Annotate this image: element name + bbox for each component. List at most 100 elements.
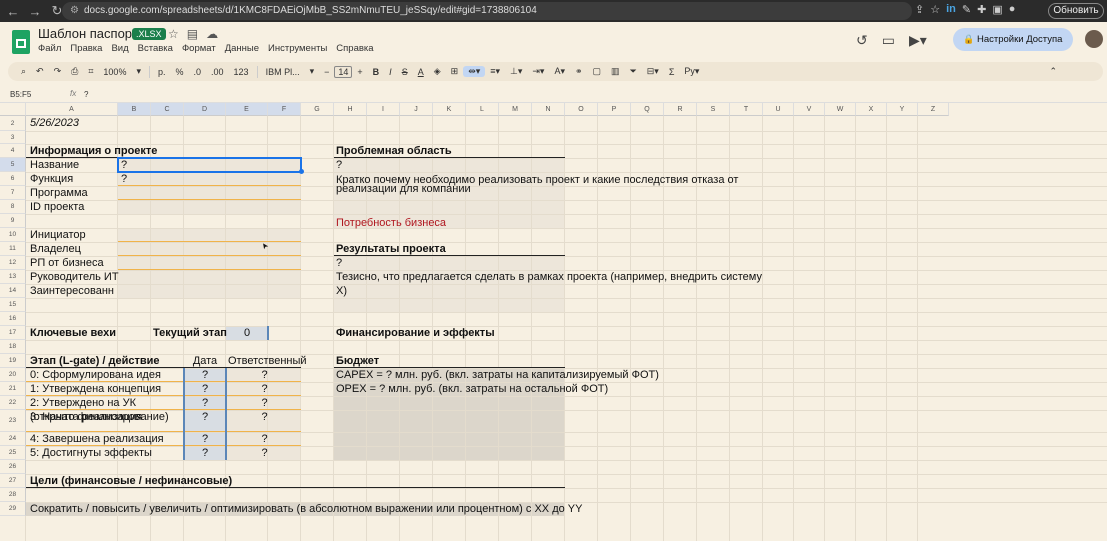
selection-fill-handle[interactable] — [299, 169, 304, 174]
row-header[interactable]: 10 — [0, 228, 26, 242]
back-icon[interactable]: ← — [4, 4, 22, 19]
text-wrap-icon[interactable]: ⇥▾ — [527, 66, 549, 77]
star-icon[interactable]: ☆ — [168, 27, 179, 41]
row-header[interactable]: 24 — [0, 432, 26, 446]
text-rotate-icon[interactable]: A▾ — [549, 66, 570, 77]
selection-range[interactable] — [117, 157, 302, 173]
comments-icon[interactable]: ▭ — [882, 32, 895, 49]
update-button[interactable]: Обновить — [1048, 3, 1104, 19]
row-header[interactable]: 12 — [0, 256, 26, 270]
column-header[interactable]: K — [433, 103, 466, 116]
paint-format-icon[interactable]: ⌗ — [83, 66, 98, 77]
column-header[interactable]: F — [268, 103, 301, 116]
row-header[interactable]: 11 — [0, 242, 26, 256]
menu-help[interactable]: Справка — [336, 43, 373, 54]
filter-views-icon[interactable]: ⊟▾ — [642, 66, 664, 77]
column-header[interactable]: Y — [887, 103, 918, 116]
column-header[interactable]: J — [400, 103, 433, 116]
collapse-toolbar-icon[interactable]: ⌃ — [1044, 66, 1062, 77]
font-size-increase-icon[interactable]: + — [352, 67, 367, 77]
column-header[interactable]: B — [118, 103, 151, 116]
chevron-down-icon[interactable]: ▾ — [305, 66, 320, 77]
share-button[interactable]: 🔒 Настройки Доступа — [953, 28, 1073, 51]
row-header[interactable]: 17 — [0, 326, 26, 340]
menu-insert[interactable]: Вставка — [138, 43, 173, 54]
sheets-logo-icon[interactable] — [12, 30, 30, 54]
row-header[interactable]: 7 — [0, 186, 26, 200]
menu-edit[interactable]: Правка — [70, 43, 102, 54]
row-header[interactable]: 21 — [0, 382, 26, 396]
column-header[interactable]: R — [664, 103, 697, 116]
font-size-input[interactable]: 14 — [334, 65, 353, 78]
column-header[interactable]: Z — [918, 103, 949, 116]
spreadsheet-grid[interactable]: A B C D E F G H I J K L M N O P Q R S T U V W X Y Z 2 3 4 5 6 7 8 9 10 11 12… — [0, 103, 1107, 541]
currency-format-button[interactable]: р. — [153, 67, 171, 77]
row-header[interactable]: 5 — [0, 158, 26, 172]
undo-icon[interactable]: ↶ — [31, 66, 49, 77]
column-header[interactable]: A — [26, 103, 118, 116]
column-header[interactable]: I — [367, 103, 400, 116]
row-header[interactable]: 27 — [0, 474, 26, 488]
menu-view[interactable]: Вид — [111, 43, 128, 54]
text-color-icon[interactable]: A — [413, 67, 429, 77]
percent-format-button[interactable]: % — [171, 67, 189, 77]
decrease-decimal-button[interactable]: .0 — [189, 67, 207, 77]
align-horizontal-icon[interactable]: ≡▾ — [485, 66, 505, 77]
site-info-icon[interactable]: ⚙ — [70, 2, 79, 20]
chevron-down-icon[interactable]: ▾ — [131, 66, 146, 77]
row-header[interactable]: 20 — [0, 368, 26, 382]
column-header[interactable]: W — [825, 103, 856, 116]
meet-icon[interactable]: ▶▾ — [909, 32, 927, 49]
name-box[interactable]: B5:F5 — [10, 90, 31, 99]
search-menu-icon[interactable]: ⌕ — [16, 66, 31, 77]
document-title[interactable]: Шаблон паспорта — [38, 26, 145, 41]
row-header[interactable]: 16 — [0, 312, 26, 326]
merge-cells-icon[interactable]: ⇹▾ — [463, 66, 486, 77]
strikethrough-icon[interactable]: S — [397, 67, 413, 77]
font-select[interactable]: IBM Pl... — [261, 67, 305, 77]
puzzle-icon[interactable]: ✚ — [977, 3, 986, 16]
zoom-select[interactable]: 100% — [98, 67, 131, 77]
column-header[interactable]: U — [763, 103, 794, 116]
filter-icon[interactable]: ⏷ — [625, 66, 642, 77]
italic-icon[interactable]: I — [384, 67, 397, 77]
menu-format[interactable]: Формат — [182, 43, 216, 54]
column-header[interactable]: X — [856, 103, 887, 116]
column-header[interactable]: S — [697, 103, 730, 116]
row-header[interactable]: 22 — [0, 396, 26, 410]
column-header[interactable]: C — [151, 103, 184, 116]
column-header[interactable]: L — [466, 103, 499, 116]
move-folder-icon[interactable]: ▤ — [187, 27, 198, 41]
row-header[interactable]: 19 — [0, 354, 26, 368]
url-bar[interactable]: ⚙ docs.google.com/spreadsheets/d/1KMC8FD… — [62, 2, 912, 20]
row-header[interactable]: 3 — [0, 131, 26, 144]
column-header[interactable]: M — [499, 103, 532, 116]
row-header[interactable]: 15 — [0, 298, 26, 312]
insert-chart-icon[interactable]: ▥ — [606, 66, 625, 77]
row-header[interactable]: 18 — [0, 340, 26, 354]
row-header[interactable]: 14 — [0, 284, 26, 298]
row-header[interactable]: 28 — [0, 488, 26, 502]
menu-data[interactable]: Данные — [225, 43, 259, 54]
insert-comment-icon[interactable]: ▢ — [588, 66, 607, 77]
cloud-status-icon[interactable]: ☁ — [206, 27, 218, 41]
number-format-button[interactable]: 123 — [229, 67, 254, 77]
menu-file[interactable]: Файл — [38, 43, 61, 54]
print-icon[interactable]: ⎙ — [66, 66, 83, 77]
input-tools-icon[interactable]: Ру▾ — [679, 66, 704, 77]
row-header[interactable]: 6 — [0, 172, 26, 186]
increase-decimal-button[interactable]: .00 — [206, 67, 229, 77]
history-icon[interactable]: ↺ — [856, 32, 868, 49]
column-header[interactable]: D — [184, 103, 226, 116]
column-header[interactable]: Q — [631, 103, 664, 116]
fill-color-icon[interactable]: ◈ — [429, 66, 446, 77]
formula-input[interactable]: ? — [84, 90, 88, 99]
borders-icon[interactable]: ⊞ — [446, 66, 464, 77]
redo-icon[interactable]: ↷ — [49, 66, 67, 77]
column-header[interactable]: N — [532, 103, 565, 116]
row-header[interactable]: 9 — [0, 214, 26, 228]
avatar[interactable] — [1085, 30, 1103, 48]
extension-icon[interactable]: ✎ — [962, 3, 971, 16]
sidebar-icon[interactable]: ▣ — [992, 3, 1002, 16]
profile-avatar-icon[interactable]: ● — [1009, 3, 1016, 16]
